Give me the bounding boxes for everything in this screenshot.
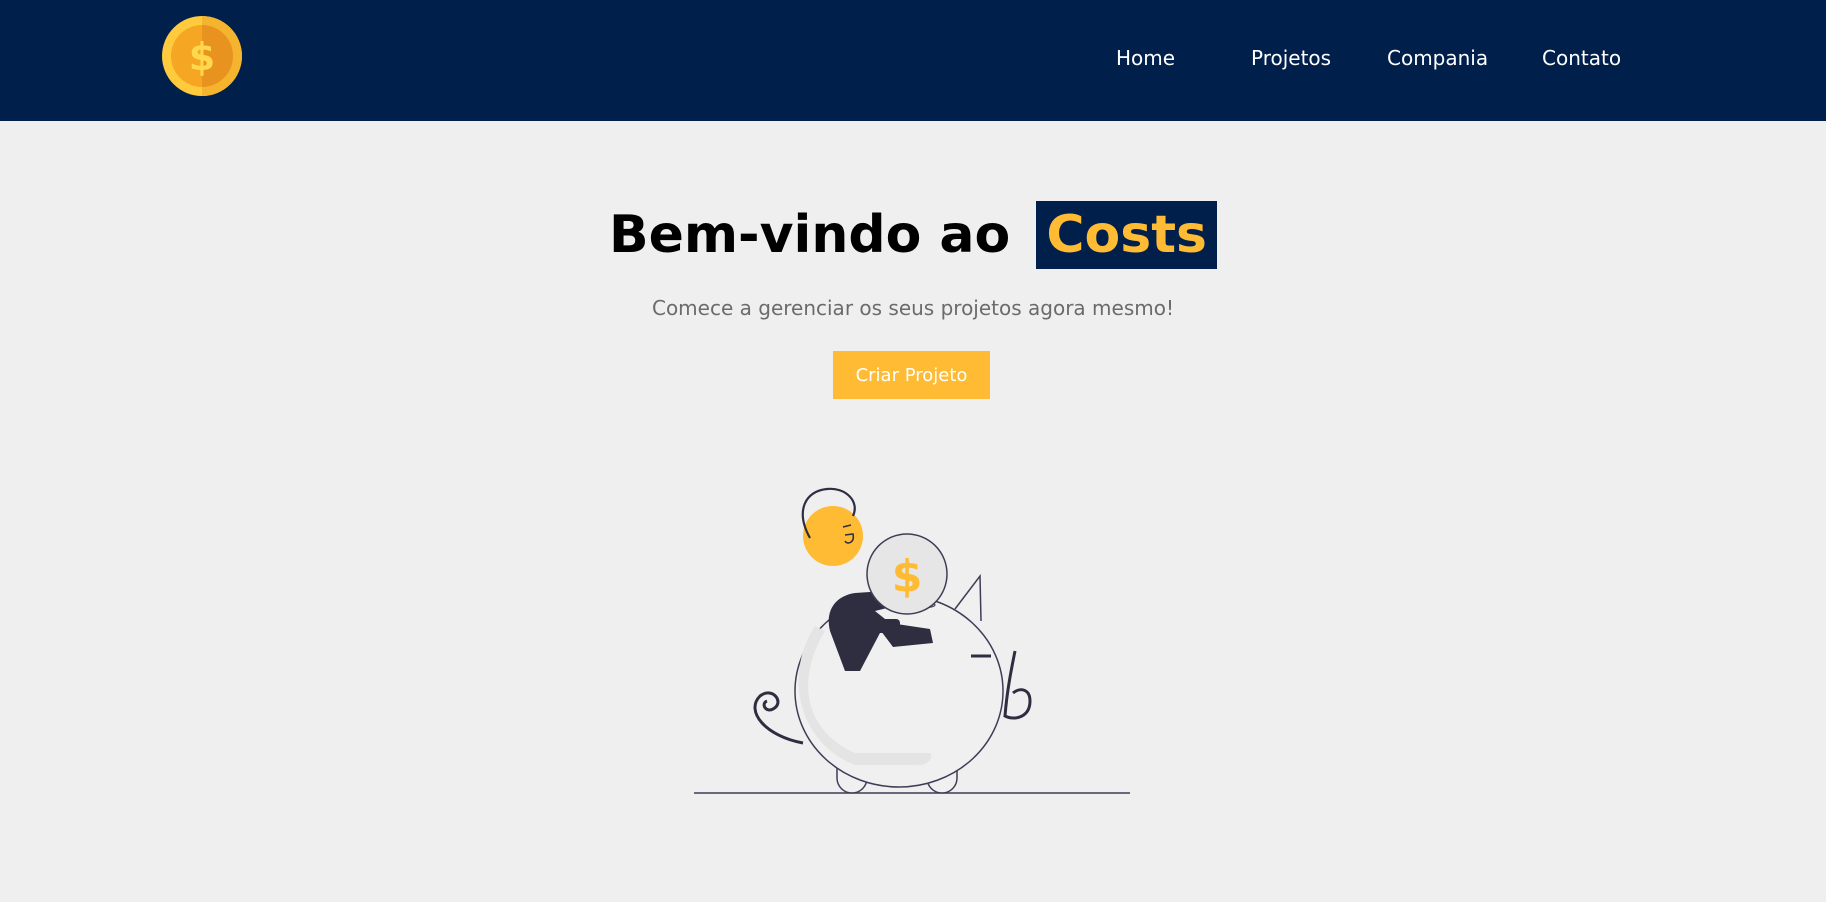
- title-prefix: Bem-vindo ao: [608, 205, 1011, 265]
- nav-link-compania[interactable]: Compania: [1387, 44, 1488, 72]
- nav-menu: Home Projetos Compania Contato: [0, 0, 1826, 121]
- hero-subtitle: Comece a gerenciar os seus projetos agor…: [651, 296, 1174, 320]
- nav-link-projetos[interactable]: Projetos: [1251, 44, 1331, 72]
- create-project-button[interactable]: Criar Projeto: [833, 351, 990, 399]
- svg-text:$: $: [892, 551, 923, 602]
- piggy-bank-savings-illustration: $: [694, 487, 1130, 794]
- nav-link-home[interactable]: Home: [1116, 44, 1175, 72]
- nav-link-contato[interactable]: Contato: [1542, 44, 1621, 72]
- navbar: $ Home Projetos Compania Contato: [0, 0, 1826, 121]
- hero-section: Bem-vindo ao Costs Comece a gerenciar os…: [0, 121, 1826, 902]
- page-title: Bem-vindo ao Costs: [0, 201, 1826, 269]
- brand-name: Costs: [1036, 201, 1218, 269]
